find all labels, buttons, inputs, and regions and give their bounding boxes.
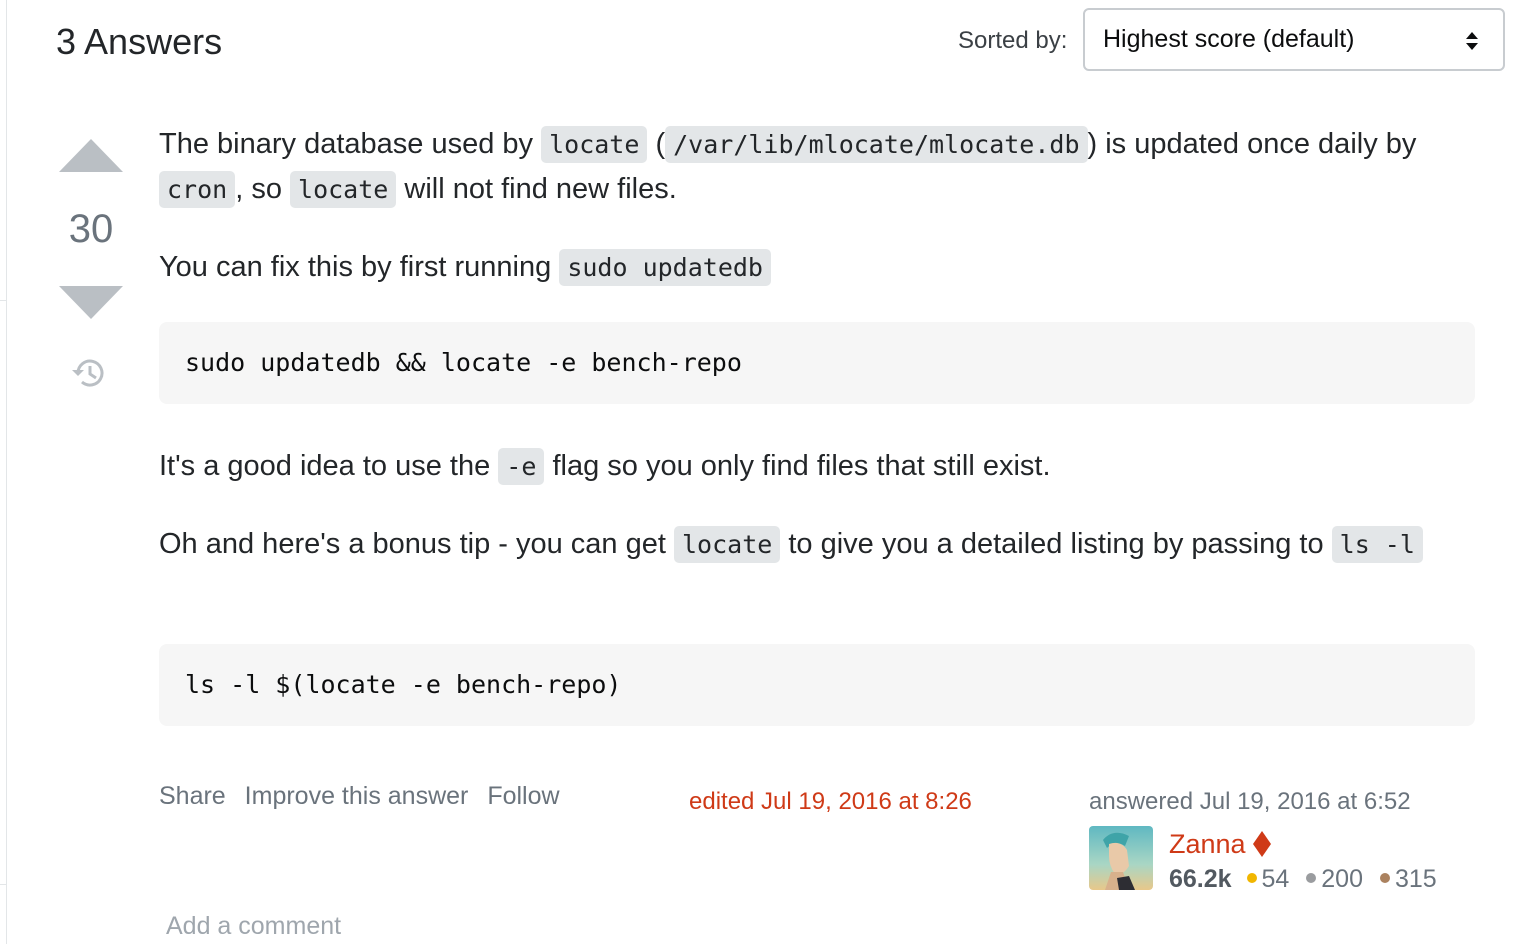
gold-badge-icon xyxy=(1246,873,1257,884)
inline-code: locate xyxy=(290,171,397,208)
text-span: ) is updated once daily by xyxy=(1087,128,1417,160)
inline-code: locate xyxy=(673,526,781,563)
code-block: ls -l $(locate -e bench-repo) xyxy=(159,644,1475,726)
improve-answer-link[interactable]: Improve this answer xyxy=(245,782,469,810)
left-border-tick xyxy=(0,884,7,885)
user-avatar-image xyxy=(1089,826,1153,890)
bronze-badges: 315 xyxy=(1379,865,1437,893)
select-arrows-icon xyxy=(1466,32,1478,50)
silver-badge-count: 200 xyxy=(1321,865,1363,893)
inline-code: cron xyxy=(159,171,236,208)
sort-select-value: Highest score (default) xyxy=(1103,25,1355,53)
reputation-score: 66.2k xyxy=(1169,865,1232,893)
left-border xyxy=(6,0,7,944)
moderator-diamond-icon xyxy=(1253,831,1271,857)
inline-code: /var/lib/mlocate/mlocate.db xyxy=(665,126,1088,163)
follow-link[interactable]: Follow xyxy=(487,782,559,810)
text-span: , so xyxy=(235,173,291,205)
sort-select[interactable]: Highest score (default) xyxy=(1083,8,1505,71)
text-span: will not find new files. xyxy=(396,173,677,205)
user-stats: 66.2k 54 200 315 xyxy=(1169,864,1447,894)
bronze-badge-icon xyxy=(1379,873,1390,884)
text-span: flag so you only find files that still e… xyxy=(544,450,1051,482)
downvote-arrow-icon[interactable] xyxy=(59,286,123,319)
answer-paragraph: You can fix this by first running sudo u… xyxy=(159,245,1464,290)
silver-badges: 200 xyxy=(1306,865,1363,893)
answer-paragraph: The binary database used by locate (/var… xyxy=(159,122,1464,212)
text-span: to give you a detailed listing by passin… xyxy=(780,528,1332,560)
bronze-badge-count: 315 xyxy=(1394,865,1437,893)
upvote-arrow-icon[interactable] xyxy=(59,139,123,172)
text-span: The binary database used by xyxy=(159,128,542,160)
answer-paragraph: It's a good idea to use the -e flag so y… xyxy=(159,444,1464,489)
add-comment-link[interactable]: Add a comment xyxy=(166,911,341,941)
text-span: Oh and here's a bonus tip - you can get xyxy=(159,528,674,560)
left-border-tick xyxy=(0,300,7,301)
text-span: You can fix this by first running xyxy=(159,251,560,283)
code-block: sudo updatedb && locate -e bench-repo xyxy=(159,322,1475,404)
answered-timestamp: answered Jul 19, 2016 at 6:52 xyxy=(1089,788,1411,815)
answers-count-heading: 3 Answers xyxy=(56,21,223,62)
history-icon[interactable] xyxy=(70,354,110,392)
avatar[interactable] xyxy=(1089,826,1153,890)
inline-code: ls -l xyxy=(1331,526,1423,563)
text-span: ( xyxy=(647,128,666,160)
inline-code: -e xyxy=(498,448,545,485)
post-actions: Share Improve this answer Follow xyxy=(159,781,572,811)
vote-count: 30 xyxy=(68,207,114,251)
answer-paragraph: Oh and here's a bonus tip - you can get … xyxy=(159,522,1464,567)
text-span: It's a good idea to use the xyxy=(159,450,499,482)
inline-code: locate xyxy=(541,126,648,163)
silver-badge-icon xyxy=(1306,873,1317,884)
gold-badge-count: 54 xyxy=(1261,865,1290,893)
share-link[interactable]: Share xyxy=(159,782,226,810)
user-name-link[interactable]: Zanna xyxy=(1169,828,1246,860)
gold-badges: 54 xyxy=(1246,865,1290,893)
sorted-by-label: Sorted by: xyxy=(958,27,1068,54)
inline-code: sudo updatedb xyxy=(559,249,771,286)
edited-timestamp-link[interactable]: edited Jul 19, 2016 at 8:26 xyxy=(689,787,972,817)
